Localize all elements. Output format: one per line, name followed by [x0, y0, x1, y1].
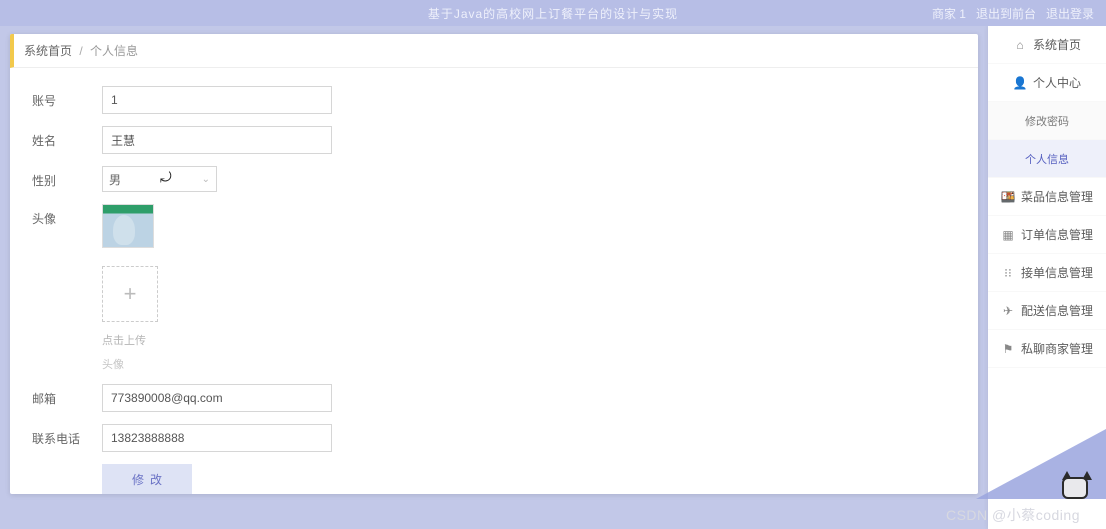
- account-input[interactable]: [102, 86, 332, 114]
- profile-form: 账号 姓名 性别 男 ⌄ 头像: [10, 68, 978, 494]
- sidebar-item-label: 订单信息管理: [1021, 226, 1093, 243]
- sidebar-item-order-mgmt[interactable]: ▦ 订单信息管理: [988, 216, 1106, 254]
- sidebar-item-profile-center[interactable]: 👤 个人中心: [988, 64, 1106, 102]
- breadcrumb: 系统首页 / 个人信息: [10, 34, 978, 68]
- sidebar-item-label: 接单信息管理: [1021, 264, 1093, 281]
- plus-icon: +: [124, 281, 137, 307]
- phone-label: 联系电话: [32, 424, 102, 447]
- chevron-down-icon: ⌄: [202, 174, 210, 185]
- account-label: 账号: [32, 86, 102, 109]
- upload-hint: 点击上传: [102, 332, 158, 348]
- breadcrumb-root[interactable]: 系统首页: [24, 44, 72, 58]
- avatar-caption: 头像: [102, 356, 158, 372]
- sidebar-item-change-password[interactable]: 修改密码: [988, 102, 1106, 140]
- sidebar-item-label: 配送信息管理: [1021, 302, 1093, 319]
- gender-value: 男: [109, 171, 121, 188]
- goods-icon: 🍱: [1001, 190, 1015, 204]
- sidebar-item-label: 个人中心: [1033, 74, 1081, 91]
- sidebar-item-chat-mgmt[interactable]: ⚑ 私聊商家管理: [988, 330, 1106, 368]
- flag-icon: ⚑: [1001, 342, 1015, 356]
- upload-button[interactable]: +: [102, 266, 158, 322]
- breadcrumb-sep: /: [79, 44, 82, 58]
- name-label: 姓名: [32, 126, 102, 149]
- sidebar-item-label: 菜品信息管理: [1021, 188, 1093, 205]
- grid-icon: ▦: [1001, 228, 1015, 242]
- sidebar-item-label: 系统首页: [1033, 36, 1081, 53]
- name-input[interactable]: [102, 126, 332, 154]
- avatar-label: 头像: [32, 204, 102, 227]
- dots-icon: ⁝⁝: [1001, 266, 1015, 280]
- sidebar-item-accept-mgmt[interactable]: ⁝⁝ 接单信息管理: [988, 254, 1106, 292]
- sidebar-item-label: 私聊商家管理: [1021, 340, 1093, 357]
- sidebar-item-label: 修改密码: [1025, 113, 1069, 129]
- topbar-exit-front[interactable]: 退出到前台: [976, 5, 1036, 22]
- sidebar-item-profile-info[interactable]: 个人信息: [988, 140, 1106, 178]
- breadcrumb-current: 个人信息: [90, 44, 138, 58]
- sidebar-item-label: 个人信息: [1025, 151, 1069, 167]
- watermark: CSDN @小蔡coding: [946, 505, 1080, 525]
- avatar-image[interactable]: [102, 204, 154, 248]
- sidebar-item-home[interactable]: ⌂ 系统首页: [988, 26, 1106, 64]
- gender-label: 性别: [32, 166, 102, 189]
- sidebar-item-dish-mgmt[interactable]: 🍱 菜品信息管理: [988, 178, 1106, 216]
- submit-button[interactable]: 修改: [102, 464, 192, 494]
- gender-select[interactable]: 男 ⌄: [102, 166, 217, 192]
- page-title: 基于Java的高校网上订餐平台的设计与实现: [428, 5, 678, 22]
- top-bar: 基于Java的高校网上订餐平台的设计与实现 商家 1 退出到前台 退出登录: [0, 0, 1106, 26]
- topbar-right: 商家 1 退出到前台 退出登录: [932, 5, 1094, 22]
- home-icon: ⌂: [1013, 38, 1027, 52]
- phone-input[interactable]: [102, 424, 332, 452]
- topbar-logout[interactable]: 退出登录: [1046, 5, 1094, 22]
- send-icon: ✈: [1001, 304, 1015, 318]
- user-icon: 👤: [1013, 76, 1027, 90]
- topbar-user[interactable]: 商家 1: [932, 5, 966, 22]
- email-label: 邮箱: [32, 384, 102, 407]
- sidebar-item-delivery-mgmt[interactable]: ✈ 配送信息管理: [988, 292, 1106, 330]
- content-panel: 系统首页 / 个人信息 账号 姓名 性别 男 ⌄: [10, 34, 978, 494]
- email-input[interactable]: [102, 384, 332, 412]
